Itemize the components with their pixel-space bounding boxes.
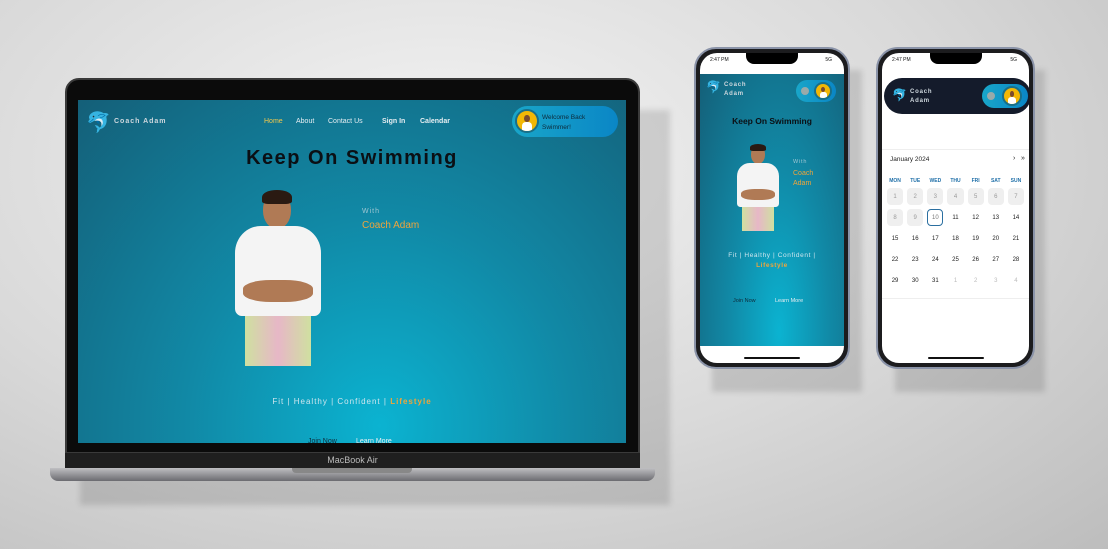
tagline: Fit | Healthy | Confident | Lifestyle <box>78 397 626 406</box>
join-now-button[interactable]: Join Now <box>733 298 756 304</box>
calendar-month: January 2024 <box>890 156 930 163</box>
weekday-header: TUE <box>910 178 921 184</box>
calendar-day[interactable]: 1 <box>887 188 904 205</box>
calendar-day[interactable]: 21 <box>1008 230 1024 247</box>
next-year-button[interactable]: » <box>1021 155 1025 162</box>
tagline-accent: Lifestyle <box>390 397 432 406</box>
nav-about[interactable]: About <box>296 118 314 125</box>
welcome-badge[interactable]: Welcome Back Swimmer! <box>512 106 618 137</box>
coach-name: Coach Adam <box>362 220 420 231</box>
hero-title: Keep On Swimming <box>732 116 812 126</box>
laptop-chin: MacBook Air <box>65 453 640 468</box>
welcome-text: Welcome Back Swimmer! <box>542 114 586 131</box>
brand-name: Coach Adam <box>910 89 933 104</box>
brand-name: Coach Adam <box>724 82 747 97</box>
weekday-header: FRI <box>971 178 980 184</box>
hero-title: Keep On Swimming <box>246 147 458 169</box>
theme-toggle[interactable] <box>796 80 836 102</box>
calendar-day[interactable]: 8 <box>887 209 904 226</box>
status-time: 2:47 PM <box>710 57 729 63</box>
calendar-day[interactable]: 11 <box>947 209 963 226</box>
calendar: January 2024 › » MON TUE WED THU FRI SAT SUN 1 2… <box>882 149 1029 299</box>
toggle-knob <box>987 92 995 100</box>
calendar-day-next-month[interactable]: 1 <box>947 272 963 289</box>
dolphin-logo-icon: 🐬 <box>706 80 721 94</box>
dolphin-logo-icon: 🐬 <box>86 112 111 134</box>
calendar-day[interactable]: 20 <box>988 230 1004 247</box>
phone-calendar: 2:47 PM 5G 🐬 Coach Adam January 2024 › » … <box>876 47 1035 369</box>
tagline-text: Fit | Healthy | Confident | <box>272 397 387 406</box>
calendar-day[interactable]: 16 <box>907 230 923 247</box>
calendar-day[interactable]: 18 <box>947 230 963 247</box>
calendar-day[interactable]: 22 <box>887 251 903 268</box>
tagline: Fit | Healthy | Confident | Lifestyle <box>728 252 816 269</box>
toggle-knob <box>801 87 809 95</box>
next-month-button[interactable]: › <box>1013 155 1015 162</box>
with-label: With <box>362 208 380 215</box>
calendar-day[interactable]: 26 <box>968 251 984 268</box>
calendar-day[interactable]: 12 <box>968 209 984 226</box>
calendar-day-next-month[interactable]: 4 <box>1008 272 1024 289</box>
nav-home[interactable]: Home <box>264 118 283 125</box>
laptop-notch <box>292 468 412 473</box>
brand-name: Coach Adam <box>114 118 167 125</box>
calendar-day[interactable]: 2 <box>907 188 924 205</box>
calendar-day-next-month[interactable]: 2 <box>968 272 984 289</box>
join-now-button[interactable]: Join Now <box>308 438 337 443</box>
app-header: 🐬 Coach Adam <box>884 78 1029 114</box>
with-label: With <box>793 159 808 165</box>
weekday-header: WED <box>929 178 942 184</box>
calendar-day[interactable]: 17 <box>927 230 943 247</box>
status-signal: 5G <box>825 57 832 63</box>
calendar-day[interactable]: 25 <box>947 251 963 268</box>
coach-photo <box>736 144 780 232</box>
status-time: 2:47 PM <box>892 57 911 63</box>
status-signal: 5G <box>1010 57 1017 63</box>
phone-home: 2:47 PM 5G 🐬 Coach Adam Keep On Swimming … <box>694 47 850 369</box>
calendar-day[interactable]: 31 <box>927 272 943 289</box>
calendar-day[interactable]: 7 <box>1007 188 1024 205</box>
calendar-day[interactable]: 28 <box>1008 251 1024 268</box>
calendar-day[interactable]: 19 <box>968 230 984 247</box>
calendar-day[interactable]: 24 <box>927 251 943 268</box>
weekday-header: SUN <box>1010 178 1022 184</box>
coach-name: Coach Adam <box>793 170 814 187</box>
laptop-label: MacBook Air <box>327 455 378 465</box>
calendar-day[interactable]: 10 <box>927 209 944 226</box>
weekday-header: SAT <box>990 178 1001 184</box>
learn-more-button[interactable]: Learn More <box>775 298 803 304</box>
calendar-day[interactable]: 30 <box>907 272 923 289</box>
calendar-day[interactable]: 15 <box>887 230 903 247</box>
nav-contact[interactable]: Contact Us <box>328 118 363 125</box>
learn-more-button[interactable]: Learn More <box>356 438 392 443</box>
calendar-day[interactable]: 4 <box>947 188 964 205</box>
calendar-day[interactable]: 13 <box>988 209 1004 226</box>
weekday-header: THU <box>950 178 961 184</box>
avatar <box>814 82 832 100</box>
calendar-day[interactable]: 14 <box>1008 209 1024 226</box>
calendar-day[interactable]: 27 <box>988 251 1004 268</box>
nav-calendar[interactable]: Calendar <box>420 118 450 125</box>
weekday-header: MON <box>889 178 901 184</box>
calendar-day[interactable]: 6 <box>987 188 1004 205</box>
avatar <box>1002 86 1022 106</box>
calendar-day[interactable]: 5 <box>967 188 984 205</box>
dolphin-logo-icon: 🐬 <box>892 88 907 102</box>
calendar-day[interactable]: 23 <box>907 251 923 268</box>
theme-toggle[interactable] <box>982 84 1028 108</box>
calendar-grid: MON TUE WED THU FRI SAT SUN 1 2 3 4 5 6 7 8 9 10 11 12 13 14… <box>882 178 1029 289</box>
calendar-day[interactable]: 29 <box>887 272 903 289</box>
nav-sign-in[interactable]: Sign In <box>382 118 405 125</box>
calendar-day[interactable]: 3 <box>927 188 944 205</box>
calendar-day-next-month[interactable]: 3 <box>988 272 1004 289</box>
coach-photo <box>233 188 323 368</box>
calendar-day[interactable]: 9 <box>907 209 924 226</box>
laptop-screen: 🐬 Coach Adam Home About Contact Us Sign … <box>78 100 626 443</box>
avatar <box>515 109 539 133</box>
